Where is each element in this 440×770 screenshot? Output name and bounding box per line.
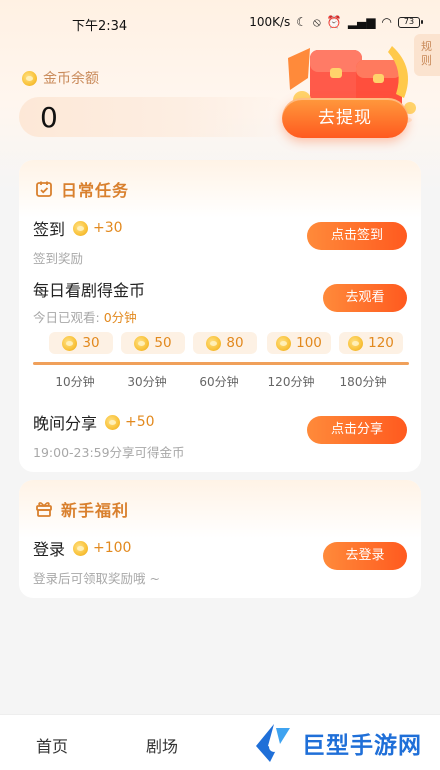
login-reward-value: +100: [93, 540, 132, 556]
share-subtitle: 19:00-23:59分享可得金币: [33, 445, 185, 460]
checkin-subtitle: 签到奖励: [33, 251, 84, 266]
checkin-task: 签到 +30 签到奖励: [33, 216, 123, 267]
balance-label: 金币余额: [43, 71, 99, 87]
coin-icon: [276, 335, 292, 351]
status-bar: 下午2:34 100K/s ☾ ⦸ ⏰ ▂▄▆ ◠ 73: [0, 0, 440, 36]
coin-icon: [206, 335, 222, 351]
tab-home[interactable]: 首页: [36, 733, 68, 757]
login-title: 登录: [33, 540, 66, 559]
milestone-time: 60分钟: [199, 375, 239, 389]
milestone-chip: 30: [49, 332, 113, 354]
daily-tasks-title: 日常任务: [61, 181, 130, 200]
coin-icon: [22, 70, 37, 86]
network-speed: 100K/s: [249, 15, 291, 29]
share-reward-value: +50: [125, 414, 155, 430]
milestone-coins: 50: [154, 335, 172, 351]
coin-icon: [105, 414, 121, 430]
watch-milestones: 30 50 80 100 120 10分钟 30分钟 60分钟 120分钟 18…: [33, 332, 409, 392]
milestone-time: 180分钟: [339, 375, 387, 389]
share-title: 晚间分享: [33, 414, 98, 433]
checkin-title: 签到: [33, 220, 66, 239]
milestone-chip: 50: [121, 332, 185, 354]
milestone-time: 30分钟: [127, 375, 167, 389]
watch-minutes: 0分钟: [103, 310, 137, 325]
coin-icon: [134, 335, 150, 351]
login-reward: +100: [73, 540, 131, 556]
moon-icon: ☾: [296, 15, 308, 29]
withdraw-button[interactable]: 去提现: [282, 98, 408, 138]
balance-value: 0: [40, 101, 58, 134]
watch-title: 每日看剧得金币: [33, 281, 146, 300]
milestone-coins: 30: [82, 335, 100, 351]
coin-icon: [348, 335, 364, 351]
newbie-benefits-card: 新手福利 登录 +100 登录后可领取奖励哦 ~ 去登录: [19, 480, 421, 598]
watch-subtitle: 今日已观看: 0分钟: [33, 307, 145, 326]
login-button[interactable]: 去登录: [323, 542, 407, 570]
coin-icon: [73, 540, 89, 556]
watermark-text: 巨型手游网: [302, 733, 422, 759]
coin-icon: [73, 220, 89, 236]
watch-subtitle-prefix: 今日已观看:: [33, 310, 104, 325]
milestone-coins: 80: [226, 335, 244, 351]
alarm-icon: ⏰: [326, 15, 342, 29]
share-button[interactable]: 点击分享: [307, 416, 407, 444]
watermark: 巨型手游网: [250, 716, 440, 770]
checkin-reward-value: +30: [93, 220, 123, 236]
balance-box: [19, 97, 289, 137]
wifi-icon: ◠: [381, 15, 392, 29]
milestone-chip: 80: [193, 332, 257, 354]
checkin-reward: +30: [73, 220, 123, 236]
login-subtitle: 登录后可领取奖励哦 ~: [33, 571, 160, 586]
battery-icon: 73: [398, 16, 423, 28]
share-task: 晚间分享 +50 19:00-23:59分享可得金币: [33, 410, 185, 461]
milestone-progress-line: [33, 362, 409, 365]
newbie-title: 新手福利: [61, 501, 130, 520]
milestone-chip: 120: [339, 332, 403, 354]
milestone-chip: 100: [267, 332, 331, 354]
milestone-time: 120分钟: [267, 375, 315, 389]
checkin-button[interactable]: 点击签到: [307, 222, 407, 250]
calendar-check-icon: [36, 181, 52, 197]
status-time: 下午2:34: [72, 19, 128, 34]
mute-icon: ⦸: [313, 15, 321, 29]
watch-button[interactable]: 去观看: [323, 284, 407, 312]
share-reward: +50: [105, 414, 155, 430]
milestone-coins: 120: [368, 335, 394, 351]
rules-label: 规则: [421, 40, 432, 67]
status-icons: 100K/s ☾ ⦸ ⏰ ▂▄▆ ◠ 73: [249, 15, 423, 29]
gift-icon: [36, 502, 52, 517]
watermark-logo-icon: [256, 724, 290, 762]
newbie-header: 新手福利: [19, 480, 421, 538]
milestone-time: 10分钟: [55, 375, 95, 389]
login-task: 登录 +100 登录后可领取奖励哦 ~: [33, 536, 160, 587]
daily-tasks-header: 日常任务: [19, 160, 421, 218]
signal-icon: ▂▄▆: [347, 15, 376, 29]
daily-tasks-card: 日常任务 签到 +30 签到奖励 点击签到 每日看剧得金币 今日已观看: 0分钟…: [19, 160, 421, 472]
tab-theater[interactable]: 剧场: [146, 733, 178, 757]
balance-label-row: 金币余额: [22, 68, 99, 88]
coin-icon: [62, 335, 78, 351]
watch-task: 每日看剧得金币 今日已观看: 0分钟: [33, 277, 145, 326]
milestone-coins: 100: [296, 335, 322, 351]
